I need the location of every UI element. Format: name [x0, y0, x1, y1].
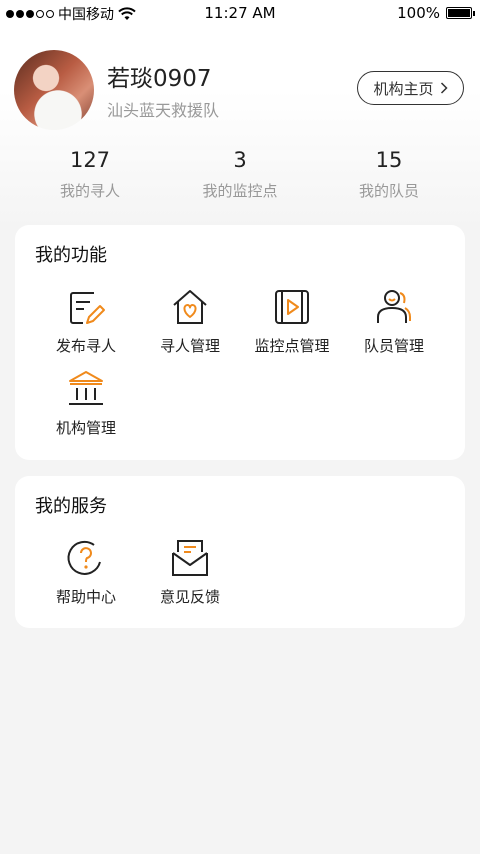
home-heart-icon [173, 290, 207, 324]
publish-search-label: 发布寻人 [55, 337, 116, 355]
services-title: 我的服务 [35, 496, 107, 517]
avatar[interactable] [14, 50, 94, 130]
org-home-label: 机构主页 [373, 79, 434, 98]
stat-label: 我的队员 [358, 182, 419, 200]
functions-title: 我的功能 [35, 245, 107, 266]
video-play-icon [275, 290, 309, 324]
org-manage-item[interactable]: 机构管理 [26, 369, 146, 438]
stat-my-members[interactable]: 15 我的队员 [319, 148, 459, 201]
stat-label: 我的监控点 [202, 182, 278, 200]
member-manage-label: 队员管理 [363, 337, 424, 355]
institution-icon [69, 371, 103, 405]
services-card: 我的服务 帮助中心 意见反馈 [15, 476, 465, 628]
edit-document-icon [70, 292, 105, 324]
battery-icon [446, 7, 475, 19]
publish-search-item[interactable]: 发布寻人 [26, 287, 146, 356]
help-icon [67, 540, 101, 575]
feedback-item[interactable]: 意见反馈 [130, 538, 250, 607]
stat-value: 127 [69, 148, 111, 172]
stat-value: 3 [233, 148, 247, 172]
feedback-mail-icon [172, 540, 208, 576]
stat-value: 15 [375, 148, 403, 172]
stat-my-search[interactable]: 127 我的寻人 [20, 148, 160, 201]
stat-my-monitor-points[interactable]: 3 我的监控点 [170, 148, 310, 201]
chevron-right-icon [440, 82, 448, 94]
stat-label: 我的寻人 [59, 182, 120, 200]
functions-card: 我的功能 发布寻人 寻人管理 监控点管理 队员管理 机构管理 [15, 225, 465, 460]
status-right: 100% [397, 4, 475, 22]
user-name: 若琰0907 [107, 66, 212, 92]
battery-percent: 100% [397, 4, 440, 22]
org-manage-label: 机构管理 [55, 419, 116, 437]
user-org: 汕头蓝天救援队 [107, 101, 220, 120]
status-bar: 中国移动 11:27 AM 100% [0, 0, 480, 28]
org-home-button[interactable]: 机构主页 [357, 71, 464, 105]
help-center-label: 帮助中心 [55, 588, 116, 606]
feedback-label: 意见反馈 [159, 588, 220, 606]
member-manage-item[interactable]: 队员管理 [334, 287, 454, 356]
help-center-item[interactable]: 帮助中心 [26, 538, 146, 607]
team-members-icon [377, 290, 411, 323]
